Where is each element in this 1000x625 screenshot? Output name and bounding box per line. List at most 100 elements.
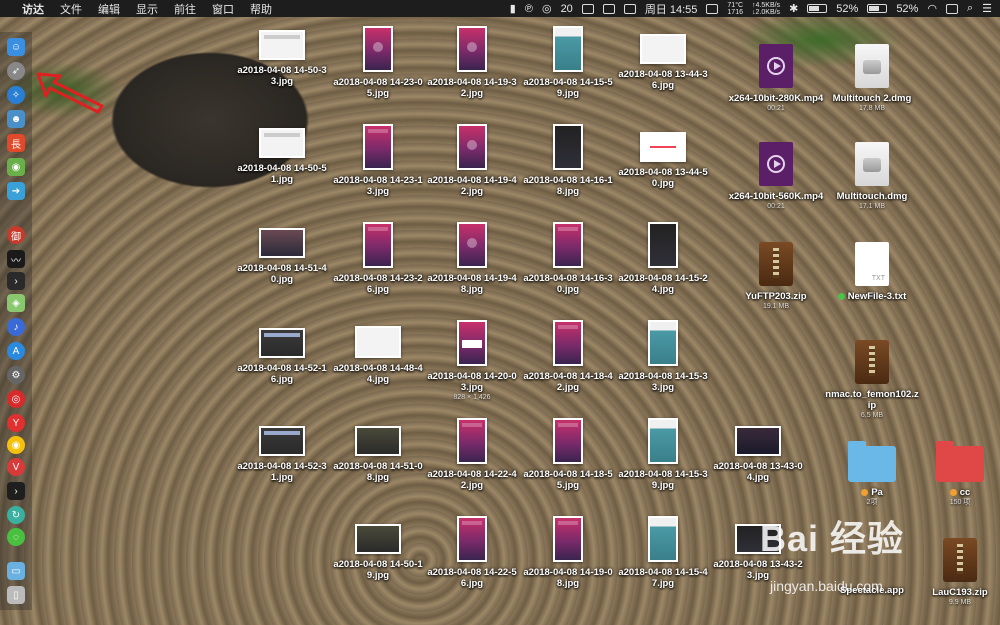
desktop-file[interactable]: a2018-04-08 14-19-42.jpg xyxy=(424,124,520,197)
netease-music-icon[interactable]: ◎ xyxy=(7,390,25,408)
menubar-icon-4[interactable] xyxy=(706,3,719,14)
menubar-icon-3[interactable] xyxy=(623,3,636,14)
chinese-app-icon[interactable]: 御 xyxy=(7,226,25,244)
text-file-icon: TXT xyxy=(855,242,889,286)
menu-edit[interactable]: 编辑 xyxy=(98,1,120,17)
status-area: ▮ ℗ ◎ 20 周日 14:55 71°C 1716 ↑4.5KB/s ↓2.… xyxy=(510,1,992,17)
image-thumbnail xyxy=(259,426,305,456)
p-icon[interactable]: ℗ xyxy=(525,3,533,15)
desktop-file[interactable]: a2018-04-08 14-15-24.jpg xyxy=(615,222,711,295)
desktop-file[interactable]: a2018-04-08 14-23-13.jpg xyxy=(330,124,426,197)
desktop-file[interactable]: a2018-04-08 14-15-33.jpg xyxy=(615,320,711,393)
desktop-file[interactable]: a2018-04-08 14-23-05.jpg xyxy=(330,26,426,99)
image-thumbnail xyxy=(363,26,393,72)
desktop-file[interactable]: a2018-04-08 14-51-40.jpg xyxy=(234,228,330,285)
desktop-file[interactable]: a2018-04-08 14-15-39.jpg xyxy=(615,418,711,491)
app-red-icon[interactable]: 長 xyxy=(7,134,25,152)
file-size: 6.5 MB xyxy=(860,412,884,419)
sync-icon[interactable]: ↻ xyxy=(7,506,25,524)
desktop-file[interactable]: a2018-04-08 14-18-55.jpg xyxy=(520,418,616,491)
zip-archive-icon xyxy=(855,340,889,384)
wechat-icon[interactable]: ◌ xyxy=(7,528,25,546)
desktop-file[interactable]: a2018-04-08 14-20-03.jpg 828 × 1,426 xyxy=(424,320,520,402)
notification-center-icon[interactable]: ☰ xyxy=(982,2,992,15)
yandex-icon[interactable]: Y xyxy=(7,414,25,432)
display-icon[interactable] xyxy=(581,3,594,14)
trash-icon[interactable]: ▯ xyxy=(7,586,25,604)
bookmark-icon[interactable]: ▮ xyxy=(510,2,516,15)
desktop-file[interactable]: a2018-04-08 14-15-47.jpg xyxy=(615,516,711,589)
desktop-file[interactable]: a2018-04-08 13-44-50.jpg xyxy=(615,132,711,189)
downloads-folder-icon[interactable]: ▭ xyxy=(7,562,25,580)
activity-monitor-icon[interactable]: 〰 xyxy=(7,250,25,268)
desktop-file[interactable]: a2018-04-08 14-15-59.jpg xyxy=(520,26,616,99)
desktop-file[interactable]: a2018-04-08 14-22-42.jpg xyxy=(424,418,520,491)
chrome-icon[interactable]: ◉ xyxy=(7,436,25,454)
battery-icon[interactable] xyxy=(807,4,828,13)
file-size: 17.8 MB xyxy=(858,105,886,112)
desktop-file[interactable]: a2018-04-08 13-44-36.jpg xyxy=(615,34,711,91)
desktop-file[interactable]: a2018-04-08 14-50-33.jpg xyxy=(234,30,330,87)
desktop-file-mp4[interactable]: x264-10bit-560K.mp4 00:21 xyxy=(728,142,824,211)
wifi-icon[interactable]: ◠ xyxy=(927,2,937,15)
menu-help[interactable]: 帮助 xyxy=(250,1,272,17)
wechat-icon[interactable]: ◎ xyxy=(542,2,552,15)
network-stats: ↑4.5KB/s ↓2.0KB/s xyxy=(752,2,780,16)
menubar-icon-2[interactable] xyxy=(602,3,615,14)
app-store-icon[interactable]: A xyxy=(7,342,25,360)
desktop-file[interactable]: a2018-04-08 14-50-19.jpg xyxy=(330,524,426,581)
search-icon[interactable]: ⌕ xyxy=(967,2,973,15)
desktop-file-zip[interactable]: nmac.to_femon102.zip 6.5 MB xyxy=(824,340,920,420)
desktop-file-mp4[interactable]: x264-10bit-280K.mp4 00:21 xyxy=(728,44,824,113)
desktop-file[interactable]: a2018-04-08 14-18-42.jpg xyxy=(520,320,616,393)
desktop-file[interactable]: a2018-04-08 13-43-04.jpg xyxy=(710,426,806,483)
desktop-file[interactable]: a2018-04-08 14-19-48.jpg xyxy=(424,222,520,295)
desktop-file[interactable]: a2018-04-08 14-23-26.jpg xyxy=(330,222,426,295)
app-s-icon[interactable] xyxy=(945,3,958,14)
vivaldi-icon[interactable]: V xyxy=(7,458,25,476)
desktop-folder[interactable]: cc 150 项 xyxy=(920,441,1000,507)
watermark-url: jingyan.baidu.com xyxy=(770,578,883,594)
file-name: a2018-04-08 14-23-05.jpg xyxy=(333,77,423,99)
safari-icon[interactable]: ✧ xyxy=(7,86,25,104)
contacts-icon[interactable]: ☻ xyxy=(7,110,25,128)
launchpad-icon[interactable]: ➶ xyxy=(7,62,25,80)
battery-icon-2[interactable] xyxy=(867,4,888,13)
desktop-file[interactable]: a2018-04-08 14-48-44.jpg xyxy=(330,326,426,385)
system-preferences-icon[interactable]: ⚙ xyxy=(7,366,25,384)
file-name: a2018-04-08 14-48-44.jpg xyxy=(333,363,423,385)
desktop-file[interactable]: a2018-04-08 14-52-16.jpg xyxy=(234,328,330,385)
desktop-file-txt[interactable]: TXT NewFile-3.txt xyxy=(824,242,920,302)
desktop-file[interactable]: a2018-04-08 14-16-30.jpg xyxy=(520,222,616,295)
terminal2-icon[interactable]: › xyxy=(7,482,25,500)
menu-app-finder[interactable]: 访达 xyxy=(22,1,44,17)
desktop-file[interactable]: a2018-04-08 14-19-08.jpg xyxy=(520,516,616,589)
desktop-file[interactable]: a2018-04-08 14-51-08.jpg xyxy=(330,426,426,483)
file-name: a2018-04-08 14-50-19.jpg xyxy=(333,559,423,581)
bluetooth-icon[interactable]: ✱ xyxy=(789,2,798,15)
clock[interactable]: 周日 14:55 xyxy=(645,1,698,17)
desktop-file[interactable]: a2018-04-08 14-50-51.jpg xyxy=(234,128,330,185)
siri-icon[interactable]: ♪ xyxy=(7,318,25,336)
file-name: a2018-04-08 13-44-36.jpg xyxy=(618,69,708,91)
migration-icon[interactable]: ➔ xyxy=(7,182,25,200)
desktop-file[interactable]: a2018-04-08 14-16-18.jpg xyxy=(520,124,616,197)
desktop-file-zip[interactable]: LauC193.zip 9.9 MB xyxy=(920,538,1000,607)
video-file-icon xyxy=(759,44,793,88)
terminal-icon[interactable]: › xyxy=(7,272,25,290)
desktop-file[interactable]: a2018-04-08 14-22-56.jpg xyxy=(424,516,520,589)
android-icon[interactable]: ◉ xyxy=(7,158,25,176)
desktop-file-dmg[interactable]: Multitouch.dmg 17.1 MB xyxy=(824,142,920,211)
menu-file[interactable]: 文件 xyxy=(60,1,82,17)
menu-view[interactable]: 显示 xyxy=(136,1,158,17)
desktop-folder[interactable]: Pa 2项 xyxy=(824,441,920,507)
desktop-file-dmg[interactable]: Multitouch 2.dmg 17.8 MB xyxy=(824,44,920,113)
menu-go[interactable]: 前往 xyxy=(174,1,196,17)
desktop-file-zip[interactable]: YuFTP203.zip 19.1 MB xyxy=(728,242,824,311)
desktop-file[interactable]: a2018-04-08 14-19-32.jpg xyxy=(424,26,520,99)
maps-icon[interactable]: ◈ xyxy=(7,294,25,312)
file-name: LauC193.zip xyxy=(932,587,988,598)
menu-window[interactable]: 窗口 xyxy=(212,1,234,17)
finder-icon[interactable]: ☺ xyxy=(7,38,25,56)
desktop-file[interactable]: a2018-04-08 14-52-31.jpg xyxy=(234,426,330,483)
